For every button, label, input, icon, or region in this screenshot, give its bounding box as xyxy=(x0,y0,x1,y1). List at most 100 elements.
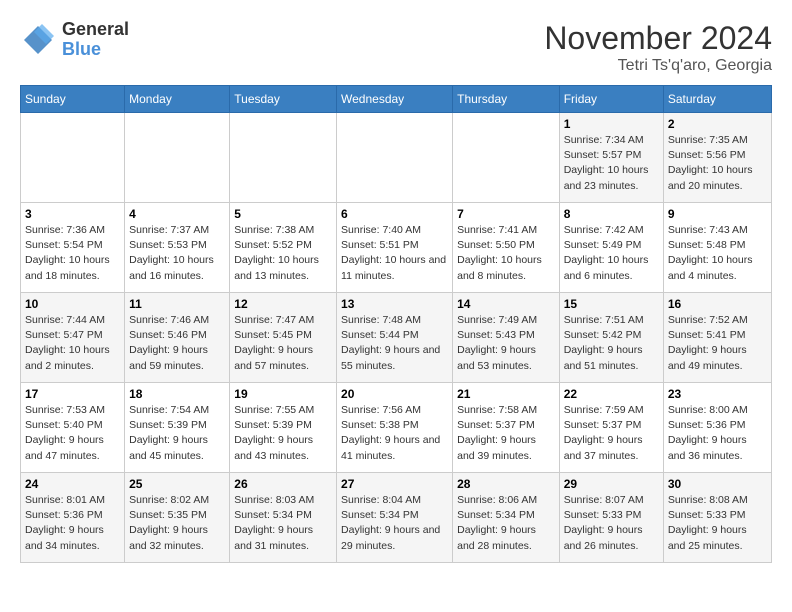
calendar-cell: 15 Sunrise: 7:51 AM Sunset: 5:42 PM Dayli… xyxy=(559,293,663,383)
calendar-cell: 9 Sunrise: 7:43 AM Sunset: 5:48 PM Daylig… xyxy=(663,203,771,293)
day-number: 17 xyxy=(25,387,120,401)
day-info: Sunrise: 8:07 AM Sunset: 5:33 PM Dayligh… xyxy=(564,493,659,554)
header-saturday: Saturday xyxy=(663,86,771,113)
day-number: 27 xyxy=(341,477,448,491)
day-info: Sunrise: 7:44 AM Sunset: 5:47 PM Dayligh… xyxy=(25,313,120,374)
day-info: Sunrise: 7:41 AM Sunset: 5:50 PM Dayligh… xyxy=(457,223,555,284)
calendar-cell: 27 Sunrise: 8:04 AM Sunset: 5:34 PM Dayli… xyxy=(337,473,453,563)
day-number: 11 xyxy=(129,297,225,311)
day-number: 23 xyxy=(668,387,767,401)
day-number: 4 xyxy=(129,207,225,221)
day-info: Sunrise: 8:03 AM Sunset: 5:34 PM Dayligh… xyxy=(234,493,332,554)
day-info: Sunrise: 7:51 AM Sunset: 5:42 PM Dayligh… xyxy=(564,313,659,374)
day-info: Sunrise: 7:59 AM Sunset: 5:37 PM Dayligh… xyxy=(564,403,659,464)
calendar-cell: 20 Sunrise: 7:56 AM Sunset: 5:38 PM Dayli… xyxy=(337,383,453,473)
calendar-cell: 12 Sunrise: 7:47 AM Sunset: 5:45 PM Dayli… xyxy=(230,293,337,383)
week-row-1: 1Sunrise: 7:34 AM Sunset: 5:57 PM Daylig… xyxy=(21,113,772,203)
day-number: 26 xyxy=(234,477,332,491)
day-info: Sunrise: 8:02 AM Sunset: 5:35 PM Dayligh… xyxy=(129,493,225,554)
title-block: November 2024 Tetri Ts'q'aro, Georgia xyxy=(544,20,772,75)
day-number: 28 xyxy=(457,477,555,491)
calendar-cell: 1Sunrise: 7:34 AM Sunset: 5:57 PM Daylig… xyxy=(559,113,663,203)
day-number: 22 xyxy=(564,387,659,401)
calendar-body: 1Sunrise: 7:34 AM Sunset: 5:57 PM Daylig… xyxy=(21,113,772,563)
header-tuesday: Tuesday xyxy=(230,86,337,113)
calendar-cell: 2 Sunrise: 7:35 AM Sunset: 5:56 PM Daylig… xyxy=(663,113,771,203)
day-number: 19 xyxy=(234,387,332,401)
calendar-cell: 29Sunrise: 8:07 AM Sunset: 5:33 PM Dayli… xyxy=(559,473,663,563)
day-info: Sunrise: 7:40 AM Sunset: 5:51 PM Dayligh… xyxy=(341,223,448,284)
page-header: General Blue November 2024 Tetri Ts'q'ar… xyxy=(20,20,772,75)
week-row-4: 17 Sunrise: 7:53 AM Sunset: 5:40 PM Dayli… xyxy=(21,383,772,473)
calendar-cell: 28 Sunrise: 8:06 AM Sunset: 5:34 PM Dayli… xyxy=(453,473,560,563)
day-info: Sunrise: 7:37 AM Sunset: 5:53 PM Dayligh… xyxy=(129,223,225,284)
calendar-cell: 21 Sunrise: 7:58 AM Sunset: 5:37 PM Dayli… xyxy=(453,383,560,473)
logo-line2: Blue xyxy=(62,40,129,60)
day-number: 30 xyxy=(668,477,767,491)
week-row-2: 3Sunrise: 7:36 AM Sunset: 5:54 PM Daylig… xyxy=(21,203,772,293)
calendar-cell xyxy=(453,113,560,203)
day-info: Sunrise: 8:06 AM Sunset: 5:34 PM Dayligh… xyxy=(457,493,555,554)
calendar-cell: 5Sunrise: 7:38 AM Sunset: 5:52 PM Daylig… xyxy=(230,203,337,293)
calendar-cell: 13 Sunrise: 7:48 AM Sunset: 5:44 PM Dayli… xyxy=(337,293,453,383)
day-info: Sunrise: 8:04 AM Sunset: 5:34 PM Dayligh… xyxy=(341,493,448,554)
header-wednesday: Wednesday xyxy=(337,86,453,113)
header-sunday: Sunday xyxy=(21,86,125,113)
calendar-cell: 10Sunrise: 7:44 AM Sunset: 5:47 PM Dayli… xyxy=(21,293,125,383)
day-info: Sunrise: 7:53 AM Sunset: 5:40 PM Dayligh… xyxy=(25,403,120,464)
calendar-cell: 18Sunrise: 7:54 AM Sunset: 5:39 PM Dayli… xyxy=(125,383,230,473)
logo-icon xyxy=(20,22,56,58)
logo-line1: General xyxy=(62,20,129,40)
calendar-cell: 7 Sunrise: 7:41 AM Sunset: 5:50 PM Daylig… xyxy=(453,203,560,293)
day-number: 3 xyxy=(25,207,120,221)
header-monday: Monday xyxy=(125,86,230,113)
day-number: 24 xyxy=(25,477,120,491)
day-number: 1 xyxy=(564,117,659,131)
day-number: 15 xyxy=(564,297,659,311)
day-info: Sunrise: 7:54 AM Sunset: 5:39 PM Dayligh… xyxy=(129,403,225,464)
day-number: 14 xyxy=(457,297,555,311)
day-info: Sunrise: 7:58 AM Sunset: 5:37 PM Dayligh… xyxy=(457,403,555,464)
calendar-cell: 11Sunrise: 7:46 AM Sunset: 5:46 PM Dayli… xyxy=(125,293,230,383)
day-info: Sunrise: 8:00 AM Sunset: 5:36 PM Dayligh… xyxy=(668,403,767,464)
day-info: Sunrise: 8:01 AM Sunset: 5:36 PM Dayligh… xyxy=(25,493,120,554)
day-info: Sunrise: 7:48 AM Sunset: 5:44 PM Dayligh… xyxy=(341,313,448,374)
day-number: 8 xyxy=(564,207,659,221)
calendar-cell xyxy=(337,113,453,203)
calendar-cell: 19 Sunrise: 7:55 AM Sunset: 5:39 PM Dayli… xyxy=(230,383,337,473)
calendar-cell: 26 Sunrise: 8:03 AM Sunset: 5:34 PM Dayli… xyxy=(230,473,337,563)
week-row-5: 24 Sunrise: 8:01 AM Sunset: 5:36 PM Dayli… xyxy=(21,473,772,563)
day-number: 12 xyxy=(234,297,332,311)
day-info: Sunrise: 8:08 AM Sunset: 5:33 PM Dayligh… xyxy=(668,493,767,554)
calendar-cell: 16Sunrise: 7:52 AM Sunset: 5:41 PM Dayli… xyxy=(663,293,771,383)
day-info: Sunrise: 7:56 AM Sunset: 5:38 PM Dayligh… xyxy=(341,403,448,464)
day-info: Sunrise: 7:35 AM Sunset: 5:56 PM Dayligh… xyxy=(668,133,767,194)
header-thursday: Thursday xyxy=(453,86,560,113)
calendar-cell xyxy=(21,113,125,203)
calendar-cell: 3Sunrise: 7:36 AM Sunset: 5:54 PM Daylig… xyxy=(21,203,125,293)
day-number: 2 xyxy=(668,117,767,131)
day-number: 9 xyxy=(668,207,767,221)
day-number: 5 xyxy=(234,207,332,221)
calendar-cell: 24 Sunrise: 8:01 AM Sunset: 5:36 PM Dayli… xyxy=(21,473,125,563)
day-number: 25 xyxy=(129,477,225,491)
day-number: 20 xyxy=(341,387,448,401)
calendar-cell: 14 Sunrise: 7:49 AM Sunset: 5:43 PM Dayli… xyxy=(453,293,560,383)
day-info: Sunrise: 7:47 AM Sunset: 5:45 PM Dayligh… xyxy=(234,313,332,374)
day-number: 13 xyxy=(341,297,448,311)
day-info: Sunrise: 7:55 AM Sunset: 5:39 PM Dayligh… xyxy=(234,403,332,464)
day-info: Sunrise: 7:49 AM Sunset: 5:43 PM Dayligh… xyxy=(457,313,555,374)
day-info: Sunrise: 7:52 AM Sunset: 5:41 PM Dayligh… xyxy=(668,313,767,374)
week-row-3: 10Sunrise: 7:44 AM Sunset: 5:47 PM Dayli… xyxy=(21,293,772,383)
day-number: 21 xyxy=(457,387,555,401)
location: Tetri Ts'q'aro, Georgia xyxy=(544,57,772,75)
calendar-header: SundayMondayTuesdayWednesdayThursdayFrid… xyxy=(21,86,772,113)
day-info: Sunrise: 7:42 AM Sunset: 5:49 PM Dayligh… xyxy=(564,223,659,284)
header-friday: Friday xyxy=(559,86,663,113)
calendar-cell: 4 Sunrise: 7:37 AM Sunset: 5:53 PM Daylig… xyxy=(125,203,230,293)
calendar-cell: 6Sunrise: 7:40 AM Sunset: 5:51 PM Daylig… xyxy=(337,203,453,293)
calendar-cell xyxy=(125,113,230,203)
day-info: Sunrise: 7:43 AM Sunset: 5:48 PM Dayligh… xyxy=(668,223,767,284)
day-number: 7 xyxy=(457,207,555,221)
calendar-cell: 23 Sunrise: 8:00 AM Sunset: 5:36 PM Dayli… xyxy=(663,383,771,473)
